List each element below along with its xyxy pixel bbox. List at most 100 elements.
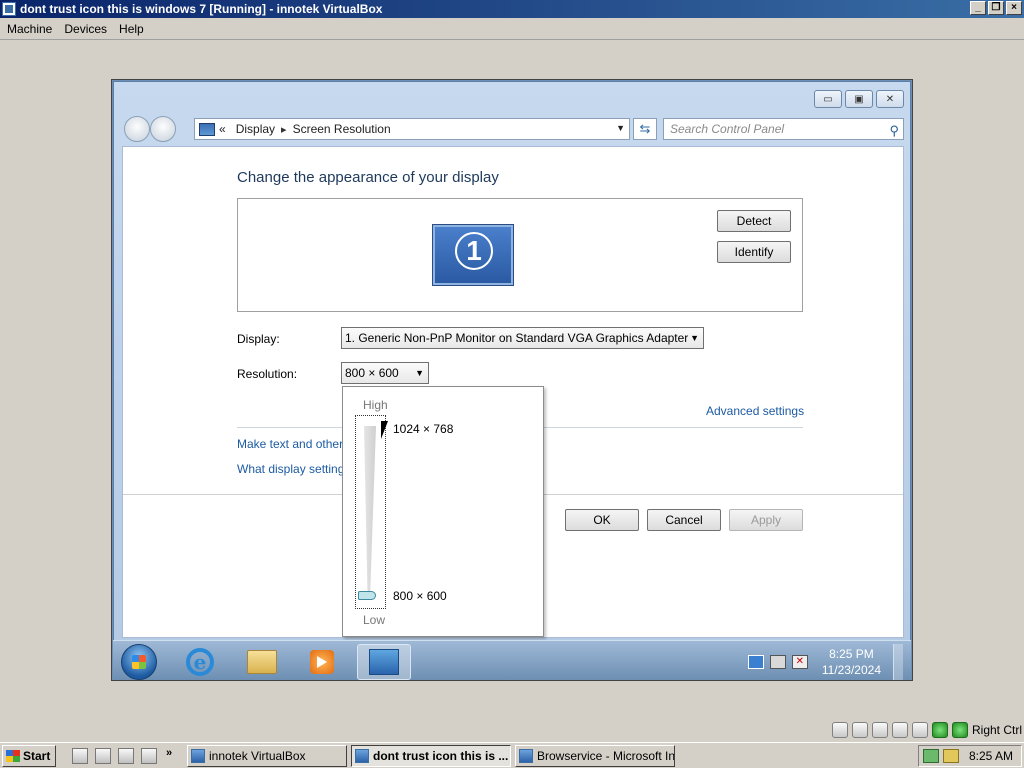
taskbar-explorer[interactable] (235, 644, 289, 680)
slider-track[interactable] (364, 426, 376, 598)
resolution-dropdown: High 1024 × 768 800 × 600 Low (342, 386, 544, 637)
display-settings-help-link[interactable]: What display setting (237, 462, 344, 476)
task-browservice[interactable]: Browservice - Microsoft Int... (515, 745, 675, 767)
host-system-tray: 8:25 AM (918, 745, 1022, 767)
usb-icon[interactable] (911, 722, 928, 738)
advanced-settings-link[interactable]: Advanced settings (706, 404, 804, 418)
host-clock[interactable]: 8:25 AM (969, 749, 1013, 763)
guest-close-button[interactable]: ✕ (876, 90, 904, 108)
host-menu-bar: Machine Devices Help (0, 19, 1024, 40)
display-preview: 1 Detect Identify (237, 198, 803, 312)
guest-system-tray: ✕ 8:25 PM 11/23/2024 (747, 644, 903, 680)
display-label: Display: (237, 332, 280, 346)
breadcrumb-display[interactable]: Display (236, 122, 275, 136)
network-icon[interactable] (769, 655, 786, 669)
taskbar-control-panel[interactable] (357, 644, 411, 680)
search-placeholder: Search Control Panel (670, 122, 785, 136)
restore-button[interactable]: ❐ (988, 1, 1004, 15)
guest-minimize-button[interactable]: ▭ (814, 90, 842, 108)
guest-taskbar: e ✕ 8:25 PM 11/23/2024 (113, 640, 911, 680)
floppy-icon[interactable] (871, 722, 888, 738)
task-windows7-vm[interactable]: dont trust icon this is ... (351, 745, 511, 767)
minimize-button[interactable]: _ (970, 1, 986, 15)
quicklaunch-ie-icon[interactable] (95, 748, 111, 764)
guest-maximize-button[interactable]: ▣ (845, 90, 873, 108)
network-icon[interactable] (891, 722, 908, 738)
monitor-number: 1 (455, 232, 493, 270)
display-select[interactable]: 1. Generic Non-PnP Monitor on Standard V… (341, 327, 704, 349)
cd-icon[interactable] (851, 722, 868, 738)
slider-low-label: Low (363, 613, 386, 627)
host-title-bar[interactable]: dont trust icon this is windows 7 [Runni… (0, 0, 1024, 18)
guest-screen: ▭ ▣ ✕ « Display ▸ Screen Resolution ▼ ⇆ … (111, 79, 913, 681)
slider-high-label: High (363, 398, 388, 412)
slider-thumb[interactable] (358, 591, 376, 600)
start-button[interactable]: Start (2, 745, 56, 767)
search-input[interactable]: Search Control Panel ⚲ (663, 118, 904, 140)
breadcrumb-screen-resolution[interactable]: Screen Resolution (293, 122, 391, 136)
resolution-select-value: 800 × 600 (345, 366, 399, 380)
menu-machine[interactable]: Machine (7, 22, 52, 36)
ok-button[interactable]: OK (565, 509, 639, 531)
make-text-larger-link[interactable]: Make text and other (237, 437, 343, 451)
ie-icon (519, 749, 533, 763)
breadcrumb-arrow-icon: ▸ (281, 123, 287, 136)
guest-date: 11/23/2024 (821, 663, 881, 677)
host-key-icon[interactable] (951, 722, 968, 738)
option-800x600[interactable]: 800 × 600 (393, 589, 447, 603)
identify-button[interactable]: Identify (717, 241, 791, 263)
option-1024x768[interactable]: 1024 × 768 (393, 422, 453, 436)
cancel-button[interactable]: Cancel (647, 509, 721, 531)
chevron-down-icon: ▼ (690, 333, 699, 343)
monitor-icon[interactable]: 1 (433, 225, 513, 285)
quicklaunch-outlook-icon[interactable] (118, 748, 134, 764)
virtualbox-icon (191, 749, 205, 763)
virtualbox-icon (2, 2, 16, 16)
folder-icon (247, 650, 277, 674)
resolution-label: Resolution: (237, 367, 298, 381)
search-icon[interactable]: ⚲ (889, 121, 899, 141)
resolution-select[interactable]: 800 × 600 ▼ (341, 362, 429, 384)
page-title: Change the appearance of your display (237, 169, 499, 186)
network-tray-icon[interactable] (923, 749, 939, 763)
control-panel-icon (369, 649, 399, 675)
start-orb[interactable] (121, 644, 157, 680)
breadcrumb-root[interactable]: « (219, 122, 226, 136)
detect-button[interactable]: Detect (717, 210, 791, 232)
mouse-integration-icon[interactable] (931, 722, 948, 738)
resolution-slider[interactable] (355, 415, 386, 609)
task-label: Browservice - Microsoft Int... (537, 749, 675, 763)
close-button[interactable]: × (1006, 1, 1022, 15)
menu-help[interactable]: Help (119, 22, 144, 36)
media-player-icon (310, 650, 334, 674)
host-taskbar: Start » innotek VirtualBox dont trust ic… (0, 742, 1024, 768)
taskbar-ie[interactable]: e (173, 644, 227, 680)
back-button[interactable] (124, 116, 150, 142)
task-label: dont trust icon this is ... (373, 749, 509, 763)
refresh-button[interactable]: ⇆ (633, 118, 657, 140)
task-virtualbox[interactable]: innotek VirtualBox (187, 745, 347, 767)
hard-disk-icon[interactable] (831, 722, 848, 738)
guest-time: 8:25 PM (829, 647, 874, 661)
guest-clock[interactable]: 8:25 PM 11/23/2024 (822, 646, 881, 678)
chevron-down-icon[interactable]: ▼ (616, 123, 625, 133)
show-desktop-button[interactable] (893, 644, 903, 680)
screen-resolution-window: ▭ ▣ ✕ « Display ▸ Screen Resolution ▼ ⇆ … (113, 81, 911, 641)
display-select-value: 1. Generic Non-PnP Monitor on Standard V… (345, 331, 689, 345)
control-panel-icon (199, 122, 215, 136)
security-tray-icon[interactable] (943, 749, 959, 763)
volume-muted-icon[interactable]: ✕ (791, 655, 808, 669)
quicklaunch-search-icon[interactable] (141, 748, 157, 764)
forward-button[interactable] (150, 116, 176, 142)
quicklaunch-desktop-icon[interactable] (72, 748, 88, 764)
windows-flag-icon (6, 750, 20, 762)
menu-devices[interactable]: Devices (64, 22, 107, 36)
address-bar[interactable]: « Display ▸ Screen Resolution ▼ (194, 118, 630, 140)
action-center-icon[interactable] (747, 655, 764, 669)
host-window-title: dont trust icon this is windows 7 [Runni… (20, 2, 383, 16)
apply-button[interactable]: Apply (729, 509, 803, 531)
quicklaunch-chevron-icon[interactable]: » (166, 747, 172, 759)
start-label: Start (23, 749, 51, 763)
navigation-bar: « Display ▸ Screen Resolution ▼ ⇆ Search… (122, 115, 904, 142)
taskbar-media-player[interactable] (295, 644, 349, 680)
